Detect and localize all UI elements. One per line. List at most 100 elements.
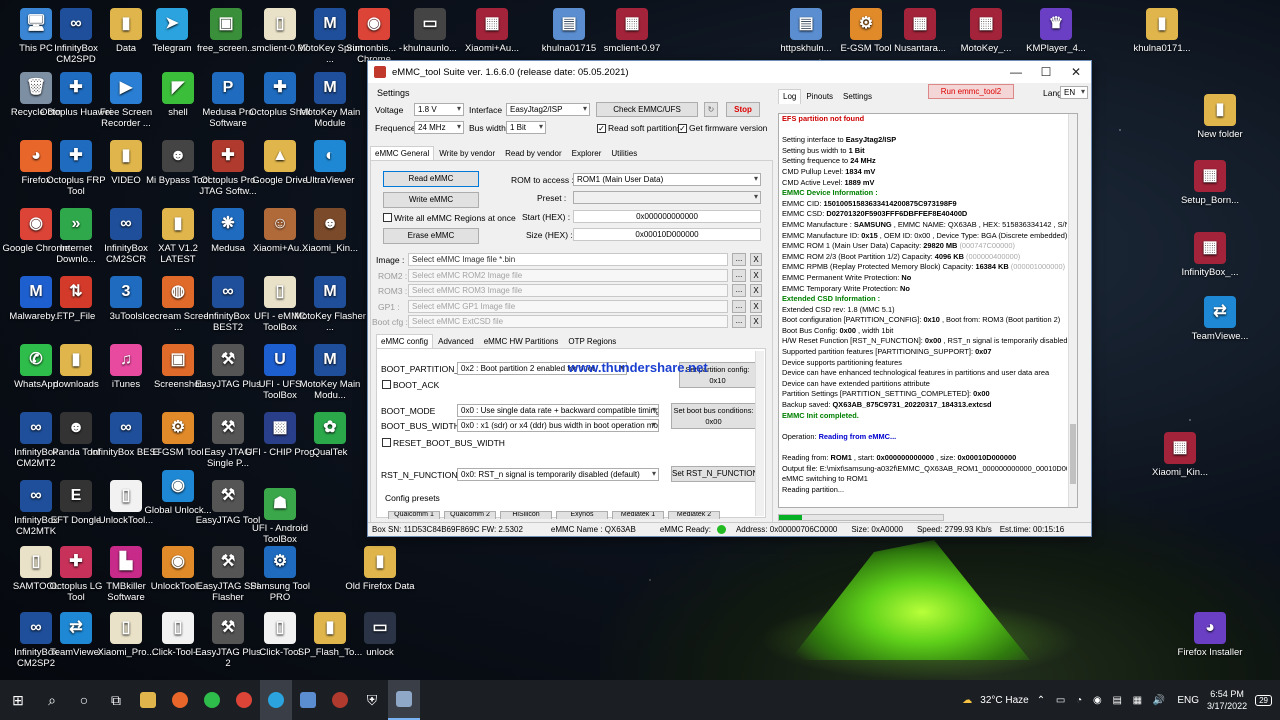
preset-button[interactable]: Mediatek 2 [668,511,720,519]
desktop-icon[interactable]: M MotoKey Flasher ... [294,276,366,333]
read-soft-checkbox[interactable]: ✓ [597,124,606,133]
chrome-icon[interactable] [228,680,260,720]
tab-emmc-general[interactable]: eMMC General [370,146,435,161]
tab-log[interactable]: Log [778,89,802,104]
stop-button[interactable]: Stop [726,102,760,117]
clear-button[interactable]: X [750,299,762,313]
desktop-icon[interactable]: M MotoKey Main Modu... [294,344,366,401]
boot-bus-width-select[interactable]: 0x0 : x1 (sdr) or x4 (ddr) bus width in … [457,419,659,432]
shield-icon[interactable]: ⛨ [356,680,388,720]
desktop-icon[interactable]: ▦ Xiaomi_Kin... [1144,432,1216,478]
set-boot-bus-button[interactable]: Set boot bus conditions: 0x00 [671,403,756,429]
tray-icons[interactable]: ⌃ ▭ ◔ ◉ ▤ ▦ 🔊 [1037,695,1170,706]
task-view-icon[interactable]: ⧉ [100,680,132,720]
desktop-icon[interactable]: ✿ QualTek [294,412,366,458]
image-file-input[interactable]: Select eMMC ExtCSD file [408,315,728,328]
preset-button[interactable]: Exynos [556,511,608,519]
desktop-icon[interactable]: ▦ MotoKey_... [950,8,1022,54]
desktop-icon[interactable]: ☗ UFI - Android ToolBox [244,488,316,545]
start-icon[interactable]: ⊞ [0,680,36,720]
desktop-icon[interactable]: ◐ UltraViewer [294,140,366,186]
firefox-icon[interactable] [164,680,196,720]
clear-button[interactable]: X [750,315,762,328]
preset-button[interactable]: Qualcomm 2 [444,511,496,519]
desktop-icon[interactable]: ▦ Xiaomi+Au... [456,8,528,54]
lang-select[interactable]: EN [1060,86,1088,99]
refresh-icon[interactable]: ↻ [704,102,718,117]
frequence-select[interactable]: 24 MHz [414,121,464,134]
weather-text[interactable]: 32°C Haze [980,695,1028,706]
config-scrollbar[interactable] [755,351,764,516]
voltage-select[interactable]: 1.8 V [414,103,464,116]
get-fw-checkbox[interactable]: ✓ [678,124,687,133]
rst-n-select[interactable]: 0x0: RST_n signal is temporarily disable… [457,468,659,481]
app-taskbar-icon-2[interactable] [324,680,356,720]
clear-button[interactable]: X [750,268,762,282]
whatsapp-icon[interactable] [196,680,228,720]
minimize-icon[interactable]: — [1001,61,1031,83]
close-icon[interactable]: ✕ [1061,61,1091,83]
log-scrollbar[interactable] [1068,114,1077,507]
desktop-icon[interactable]: ⇄ TeamViewe... [1184,296,1256,342]
preset-button[interactable]: HiSilicon [500,511,552,519]
browse-button[interactable]: ... [732,299,746,313]
app-taskbar-icon-1[interactable] [292,680,324,720]
browse-button[interactable]: ... [732,315,746,328]
run-emmc-tool2-button[interactable]: Run emmc_tool2 [928,84,1014,99]
tab-advanced[interactable]: Advanced [433,334,479,349]
desktop-icon[interactable]: ▭ unlock [344,612,416,658]
desktop-icon[interactable]: ⚙ Samsung Tool PRO [244,546,316,603]
desktop-icon[interactable]: M MotoKey Main Module [294,72,366,129]
tab-read-by-vendor[interactable]: Read by vendor [500,146,566,161]
browse-button[interactable]: ... [732,268,746,282]
desktop-icon[interactable]: ▦ smclient-0.97 [596,8,668,54]
reset-boot-bus-checkbox[interactable] [382,438,391,447]
image-file-input[interactable]: Select eMMC Image file *.bin [408,253,728,266]
maximize-icon[interactable]: ☐ [1031,61,1061,83]
log-panel[interactable]: EFS partition not found Setting interfac… [778,113,1078,508]
boot-ack-checkbox[interactable] [382,380,391,389]
image-file-input[interactable]: Select eMMC ROM3 Image file [408,284,728,297]
desktop-icon[interactable]: ▮ Old Firefox Data [344,546,416,592]
check-emmc-button[interactable]: Check EMMC/UFS [596,102,698,117]
tab-explorer[interactable]: Explorer [567,146,607,161]
emmc-tool-taskbar-icon[interactable] [388,680,420,720]
search-icon[interactable]: ⌕ [36,680,68,720]
preset-button[interactable]: Qualcomm 1 [388,511,440,519]
file-explorer-icon[interactable] [132,680,164,720]
clear-button[interactable]: X [750,253,762,266]
tab-utilities[interactable]: Utilities [606,146,642,161]
tab-emmc-hw-partitions[interactable]: eMMC HW Partitions [479,334,564,349]
write-all-checkbox[interactable] [383,213,392,222]
clock[interactable]: 6:54 PM 3/17/2022 [1207,688,1247,712]
desktop-icon[interactable]: ▦ InfinityBox_... [1174,232,1246,278]
boot-mode-select[interactable]: 0x0 : Use single data rate + backward co… [457,404,659,417]
preset-button[interactable]: Mediatek 1 [612,511,664,519]
cortana-icon[interactable]: ○ [68,680,100,720]
desktop-icon[interactable]: ◕ Firefox Installer [1174,612,1246,658]
desktop-icon[interactable]: ☻ Xiaomi_Kin... [294,208,366,254]
start-input[interactable]: 0x000000000000 [573,210,761,223]
write-emmc-button[interactable]: Write eMMC [383,192,479,208]
browse-button[interactable]: ... [732,284,746,297]
tab-emmc-config[interactable]: eMMC config [376,334,434,349]
erase-emmc-button[interactable]: Erase eMMC [383,228,479,244]
buswidth-select[interactable]: 1 Bit [506,121,546,134]
image-file-input[interactable]: Select eMMC ROM2 Image file [408,268,728,282]
set-rst-n-button[interactable]: Set RST_N_FUNCTION [671,466,756,482]
telegram-icon[interactable] [260,680,292,720]
interface-select[interactable]: EasyJtag2/ISP [506,103,590,116]
window-titlebar[interactable]: eMMC_tool Suite ver. 1.6.6.0 (release da… [368,61,1091,83]
desktop-icon[interactable]: ▦ Nusantara... [884,8,956,54]
language-indicator[interactable]: ENG [1177,695,1199,706]
desktop-icon[interactable]: ▦ Setup_Born... [1174,160,1246,206]
desktop-icon[interactable]: ▮ khulna0171... [1126,8,1198,54]
browse-button[interactable]: ... [732,253,746,266]
tab-write-by-vendor[interactable]: Write by vendor [434,146,500,161]
tab-pinouts[interactable]: Pinouts [801,89,838,104]
desktop-icon[interactable]: ▮ New folder [1184,94,1256,140]
notification-badge[interactable]: 29 [1255,694,1272,706]
tab-settings[interactable]: Settings [838,89,877,104]
tab-otp-regions[interactable]: OTP Regions [563,334,621,349]
desktop-icon[interactable]: ▤ khulna01715 [533,8,605,54]
